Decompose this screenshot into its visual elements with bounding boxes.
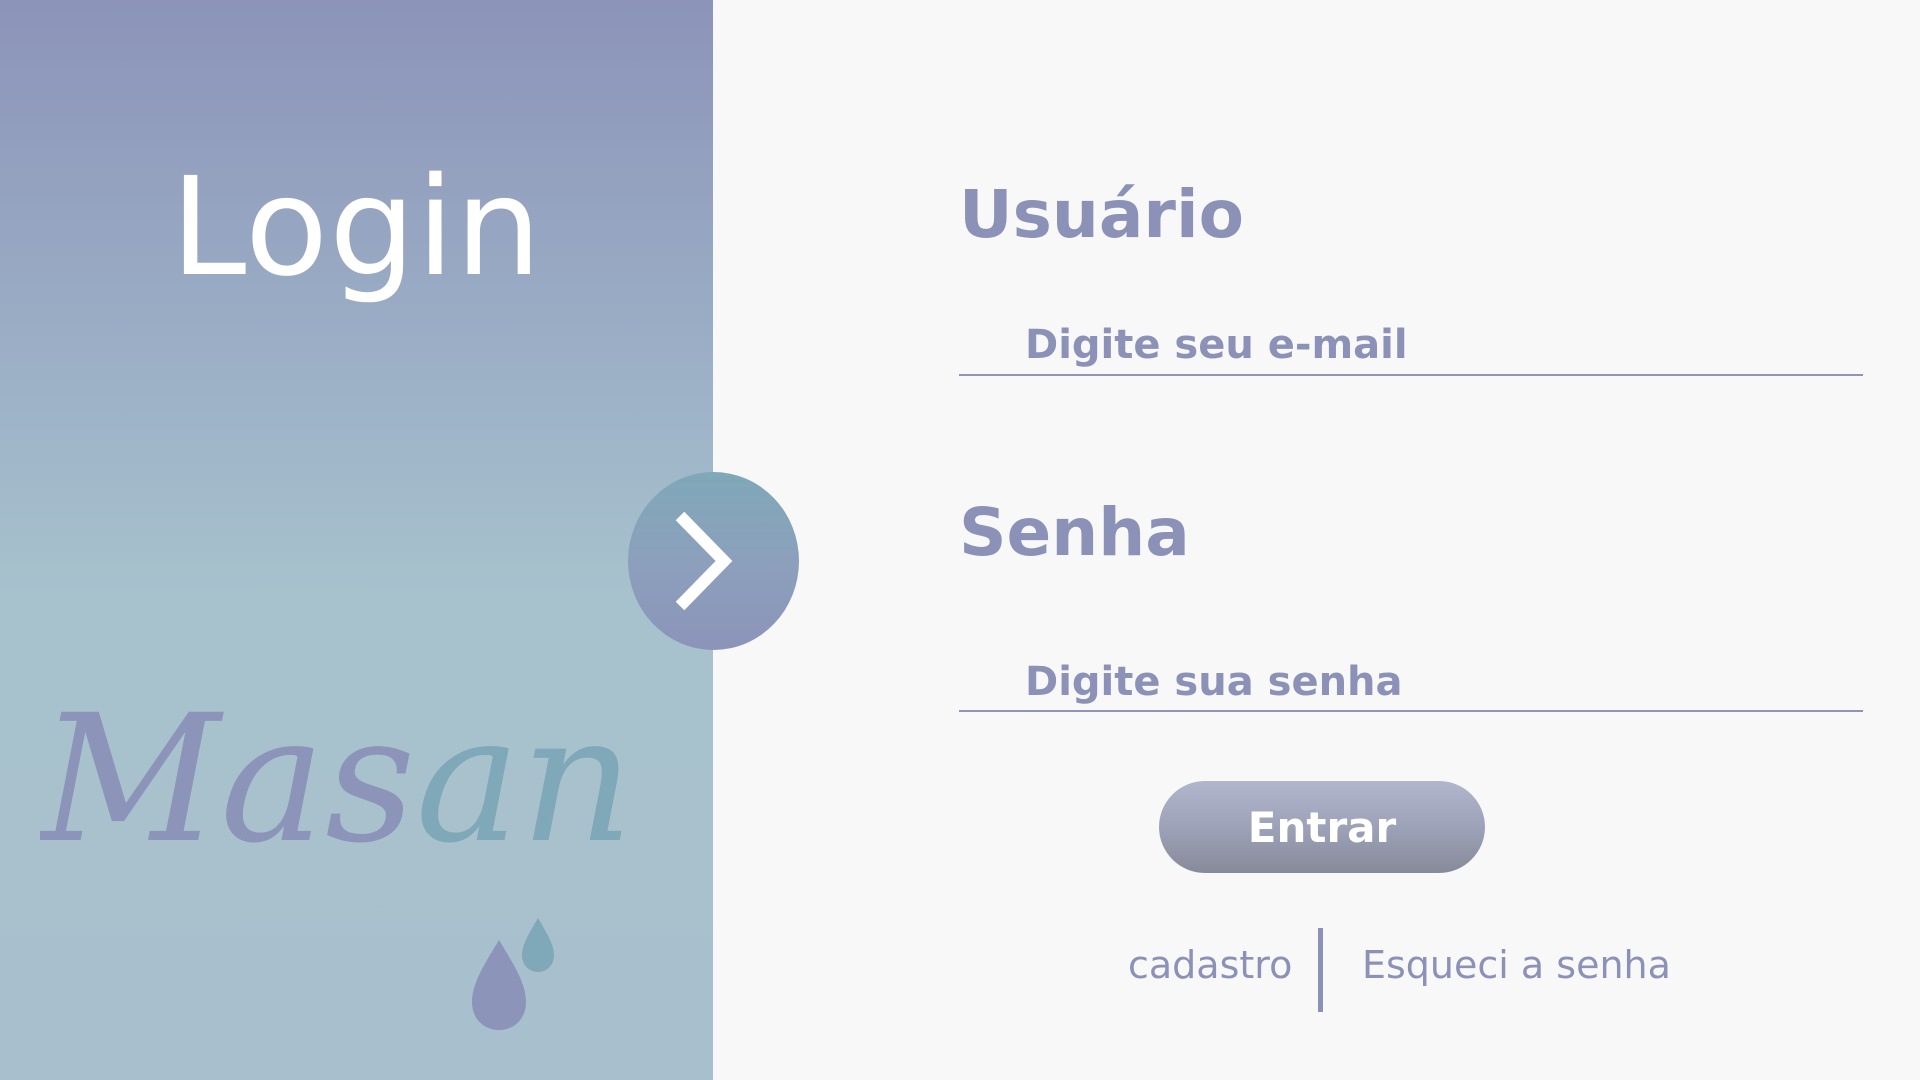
- svg-text:Masang: Masang: [40, 690, 640, 882]
- password-label: Senha: [959, 494, 1190, 571]
- masang-logo: Masang: [40, 690, 640, 1030]
- logo-text-part-2: ang: [415, 690, 640, 882]
- signup-link[interactable]: cadastro: [1128, 946, 1292, 984]
- drop-small-icon: [522, 918, 554, 972]
- user-label: Usuário: [959, 176, 1244, 253]
- email-field[interactable]: [959, 316, 1863, 374]
- forgot-password-link[interactable]: Esqueci a senha: [1362, 946, 1671, 984]
- password-field-wrapper: [959, 654, 1863, 712]
- drop-large-icon: [472, 940, 526, 1030]
- chevron-right-icon: [675, 511, 732, 611]
- email-field-wrapper: [959, 316, 1863, 376]
- link-divider: [1318, 928, 1323, 1012]
- logo-text-part-1: Mas: [40, 690, 415, 882]
- password-field[interactable]: [959, 654, 1863, 710]
- login-screen: Login Masang Usuário Senha Entrar cadast…: [0, 0, 1920, 1080]
- next-button[interactable]: [628, 472, 799, 650]
- login-button[interactable]: Entrar: [1159, 781, 1485, 873]
- page-title: Login: [170, 149, 543, 307]
- brand-panel: Login Masang: [0, 0, 713, 1080]
